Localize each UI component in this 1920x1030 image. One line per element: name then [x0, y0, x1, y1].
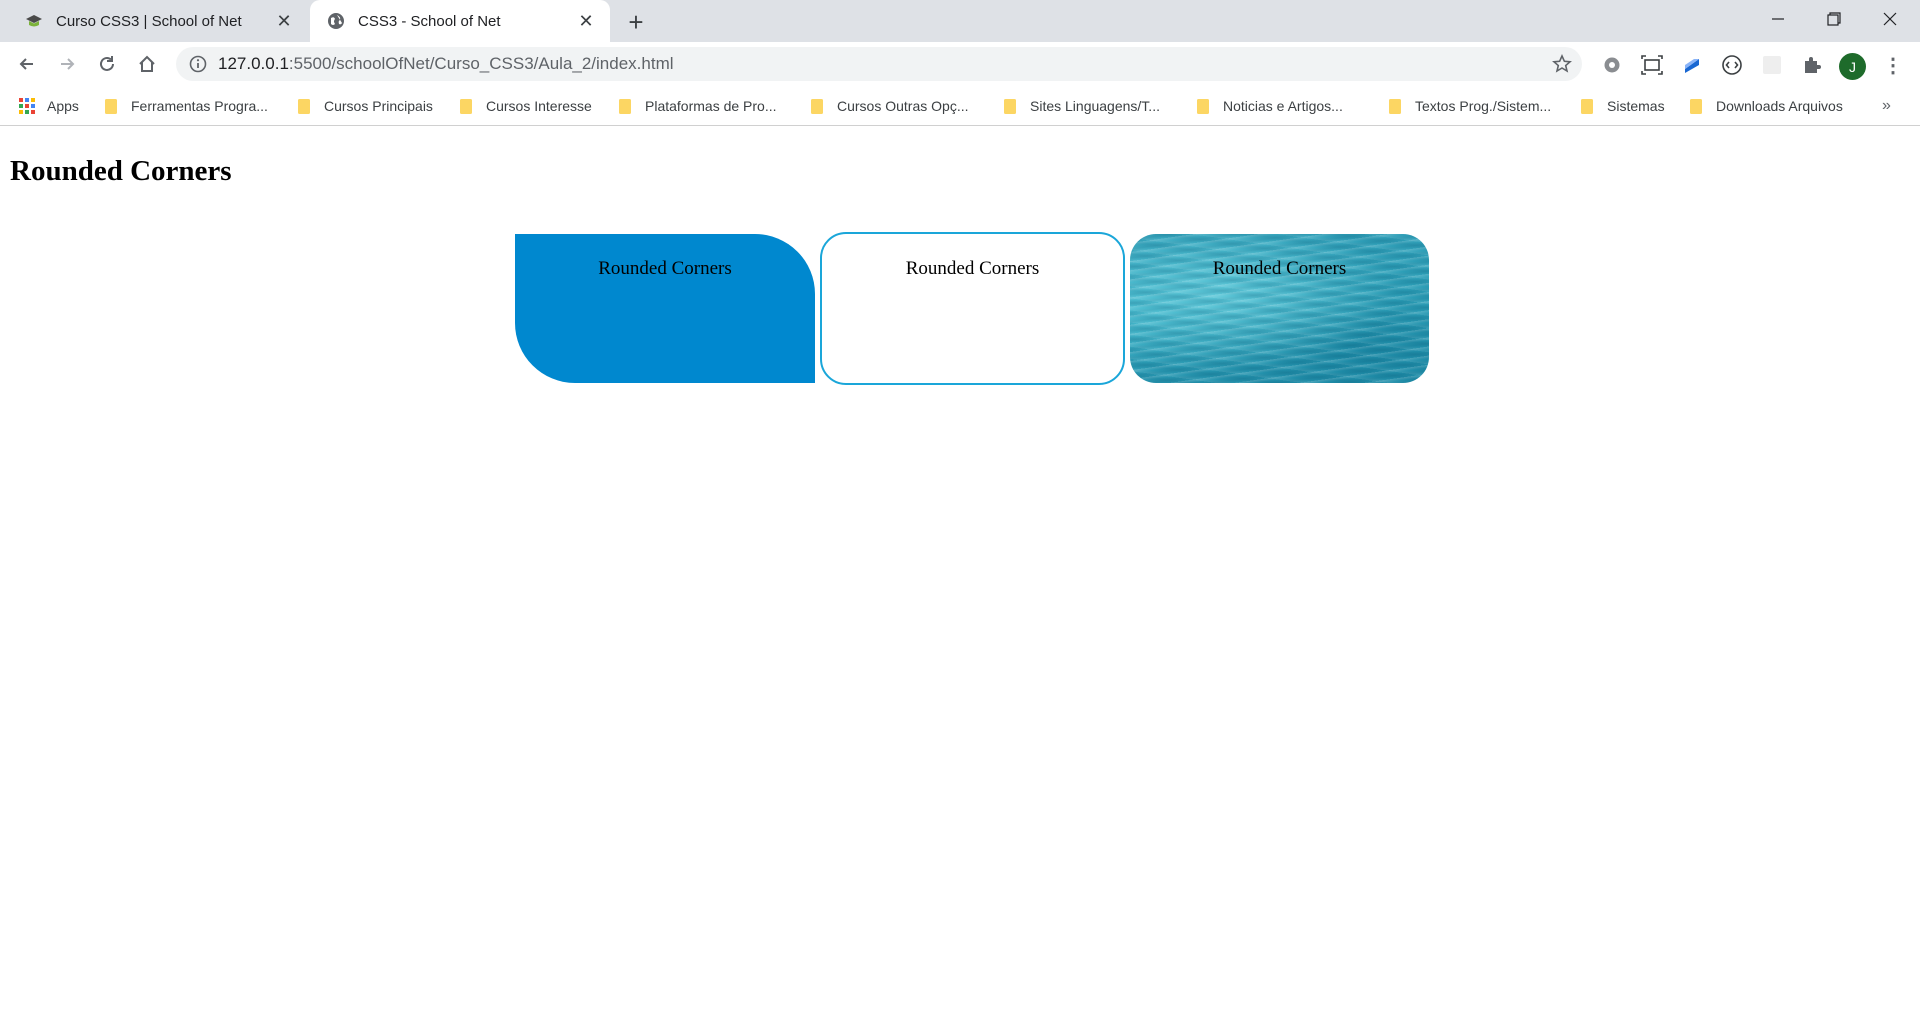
arrow-right-icon	[61, 58, 75, 70]
bookmark-label: Plataformas de Pro...	[645, 98, 777, 114]
page-title: Rounded Corners	[10, 155, 232, 187]
home-icon	[139, 55, 155, 72]
screen-capture-icon[interactable]	[1640, 53, 1664, 77]
box-label: Rounded Corners	[1212, 258, 1347, 279]
bookmark-label: Cursos Principais	[324, 98, 433, 114]
bookmark-label: Ferramentas Progra...	[131, 98, 268, 114]
new-tab-button[interactable]: +	[622, 8, 650, 36]
rounded-box-bordered: Rounded Corners	[820, 232, 1125, 385]
folder-icon	[1197, 99, 1209, 114]
extension-circle-code-icon[interactable]	[1720, 53, 1744, 77]
minimize-icon[interactable]	[1750, 0, 1806, 38]
page-content: Rounded Corners Rounded Corners Rounded …	[0, 127, 1920, 1030]
box-label: Rounded Corners	[905, 258, 1040, 279]
profile-avatar[interactable]: J	[1839, 53, 1866, 80]
browser-toolbar: 127.0.0.1:5500/schoolOfNet/Curso_CSS3/Au…	[0, 42, 1920, 86]
info-icon[interactable]	[188, 54, 208, 74]
back-button[interactable]	[11, 48, 43, 80]
reload-icon	[100, 56, 114, 71]
bookmark-folder[interactable]: Textos Prog./Sistem...	[1386, 95, 1551, 117]
bookmark-folder[interactable]: Cursos Outras Opç...	[808, 95, 968, 117]
url-path: :5500/schoolOfNet/Curso_CSS3/Aula_2/inde…	[288, 54, 674, 73]
reload-button[interactable]	[91, 48, 123, 80]
bookmark-label: Apps	[47, 98, 79, 114]
tab-css3-school-of-net[interactable]: CSS3 - School of Net ✕	[310, 0, 610, 42]
home-button[interactable]	[131, 48, 163, 80]
folder-icon	[105, 99, 117, 114]
bookmark-label: Cursos Outras Opç...	[837, 98, 969, 114]
folder-icon	[1389, 99, 1401, 114]
bookmark-label: Noticias e Artigos...	[1223, 98, 1343, 114]
restore-icon[interactable]	[1806, 0, 1862, 38]
close-icon[interactable]: ✕	[574, 9, 598, 33]
folder-icon	[811, 99, 823, 114]
folder-icon	[1690, 99, 1702, 114]
extension-gear-icon[interactable]	[1600, 53, 1624, 77]
bookmarks-bar: Apps Ferramentas Progra... Cursos Princi…	[0, 86, 1920, 126]
bookmark-folder[interactable]: Downloads Arquivos	[1687, 95, 1843, 117]
box-label: Rounded Corners	[598, 258, 732, 279]
arrow-left-icon	[19, 58, 33, 70]
bookmark-star-icon[interactable]	[1552, 54, 1572, 74]
bookmark-label: Sites Linguagens/T...	[1030, 98, 1160, 114]
apps-grid-icon	[19, 98, 35, 114]
school-of-net-icon	[24, 11, 44, 31]
folder-icon	[460, 99, 472, 114]
tab-title: CSS3 - School of Net	[358, 12, 501, 30]
folder-icon	[1004, 99, 1016, 114]
tab-strip: Curso CSS3 | School of Net ✕ CSS3 - Scho…	[0, 0, 1920, 42]
extensions-puzzle-icon[interactable]	[1800, 53, 1824, 77]
url-host: 127.0.0.1	[218, 54, 289, 73]
bookmark-label: Cursos Interesse	[486, 98, 592, 114]
bookmark-apps[interactable]: Apps	[18, 95, 79, 117]
extension-blank-icon[interactable]	[1760, 53, 1784, 77]
url-text: 127.0.0.1:5500/schoolOfNet/Curso_CSS3/Au…	[218, 54, 674, 74]
address-bar[interactable]: 127.0.0.1:5500/schoolOfNet/Curso_CSS3/Au…	[176, 47, 1582, 81]
close-icon[interactable]: ✕	[272, 9, 296, 33]
bookmark-folder[interactable]: Noticias e Artigos...	[1194, 95, 1343, 117]
folder-icon	[1581, 99, 1593, 114]
bookmark-folder[interactable]: Cursos Principais	[295, 95, 433, 117]
menu-kebab-icon[interactable]: ⋮	[1881, 53, 1905, 77]
close-window-icon[interactable]	[1862, 0, 1918, 38]
bookmark-label: Textos Prog./Sistem...	[1415, 98, 1552, 114]
bookmark-folder[interactable]: Sites Linguagens/T...	[1001, 95, 1160, 117]
bookmark-folder[interactable]: Plataformas de Pro...	[616, 95, 777, 117]
bookmark-folder[interactable]: Sistemas	[1578, 95, 1665, 117]
bookmark-folder[interactable]: Cursos Interesse	[457, 95, 592, 117]
rounded-box-water-image: Rounded Corners	[1130, 234, 1429, 383]
folder-icon	[298, 99, 310, 114]
rounded-box-solid: Rounded Corners	[515, 234, 815, 383]
bookmarks-overflow-button[interactable]: »	[1882, 95, 1891, 117]
bookmark-folder[interactable]: Ferramentas Progra...	[102, 95, 268, 117]
extension-blue-icon[interactable]	[1680, 53, 1704, 77]
forward-button[interactable]	[51, 48, 83, 80]
tab-curso-css3[interactable]: Curso CSS3 | School of Net ✕	[8, 0, 308, 42]
bookmark-label: Downloads Arquivos	[1716, 98, 1843, 114]
folder-icon	[619, 99, 631, 114]
tab-title: Curso CSS3 | School of Net	[56, 12, 242, 30]
bookmark-label: Sistemas	[1607, 98, 1665, 114]
globe-icon	[326, 11, 346, 31]
